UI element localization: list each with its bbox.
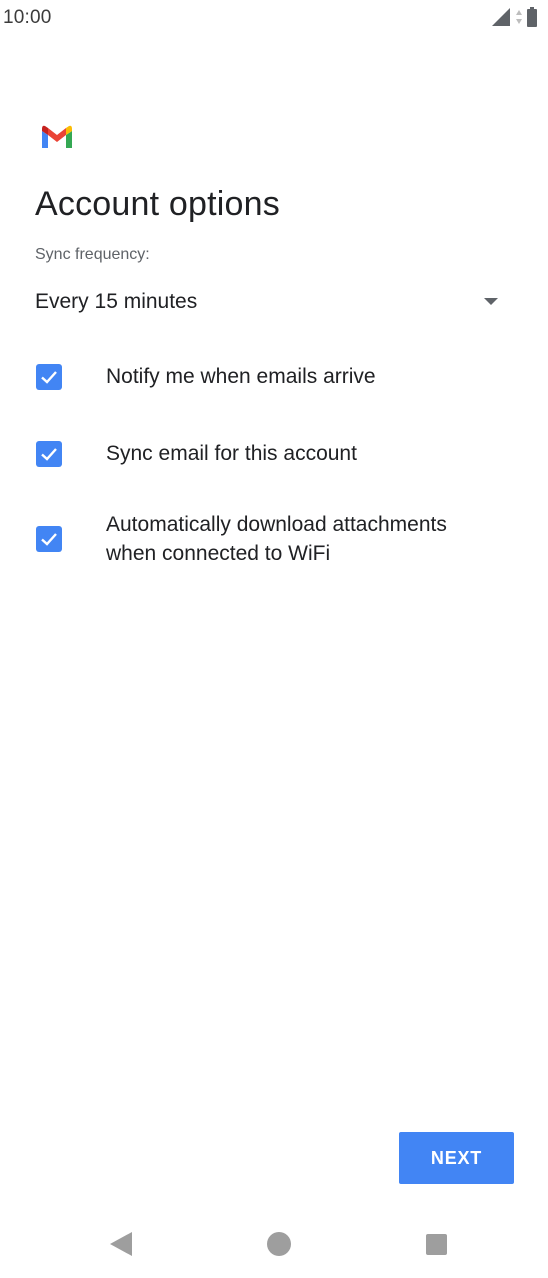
status-icons <box>490 6 538 33</box>
sync-email-option[interactable]: Sync email for this account <box>35 439 513 471</box>
checkmark-icon <box>41 448 57 461</box>
navigation-bar <box>0 1212 548 1278</box>
sync-frequency-value: Every 15 minutes <box>35 290 198 313</box>
signal-icon <box>490 6 512 33</box>
next-button[interactable]: NEXT <box>399 1132 514 1184</box>
sync-email-label: Sync email for this account <box>106 442 357 465</box>
auto-download-option[interactable]: Automatically download attachments when … <box>35 510 513 570</box>
gmail-logo-icon <box>40 124 74 150</box>
sync-email-checkbox[interactable] <box>36 441 62 467</box>
sync-frequency-label: Sync frequency: <box>35 246 150 263</box>
auto-download-label-line2: when connected to WiFi <box>106 542 331 565</box>
sync-frequency-dropdown[interactable]: Every 15 minutes <box>35 282 513 324</box>
notify-checkbox[interactable] <box>36 364 62 390</box>
home-icon[interactable] <box>267 1232 291 1256</box>
data-arrows-icon <box>516 9 522 30</box>
recents-icon[interactable] <box>426 1234 447 1255</box>
status-bar: 10:00 <box>0 0 548 36</box>
page-title: Account options <box>35 185 280 223</box>
status-time: 10:00 <box>3 7 52 28</box>
account-options-screen: 10:00 Account options Sync frequency: Ev… <box>0 0 548 1278</box>
notify-label: Notify me when emails arrive <box>106 365 376 388</box>
auto-download-checkbox[interactable] <box>36 526 62 552</box>
notify-option[interactable]: Notify me when emails arrive <box>35 362 513 394</box>
checkmark-icon <box>41 533 57 546</box>
dropdown-arrow-icon <box>484 298 498 305</box>
back-icon[interactable] <box>110 1232 132 1256</box>
battery-icon <box>526 6 538 33</box>
checkmark-icon <box>41 371 57 384</box>
auto-download-label-line1: Automatically download attachments <box>106 513 447 536</box>
